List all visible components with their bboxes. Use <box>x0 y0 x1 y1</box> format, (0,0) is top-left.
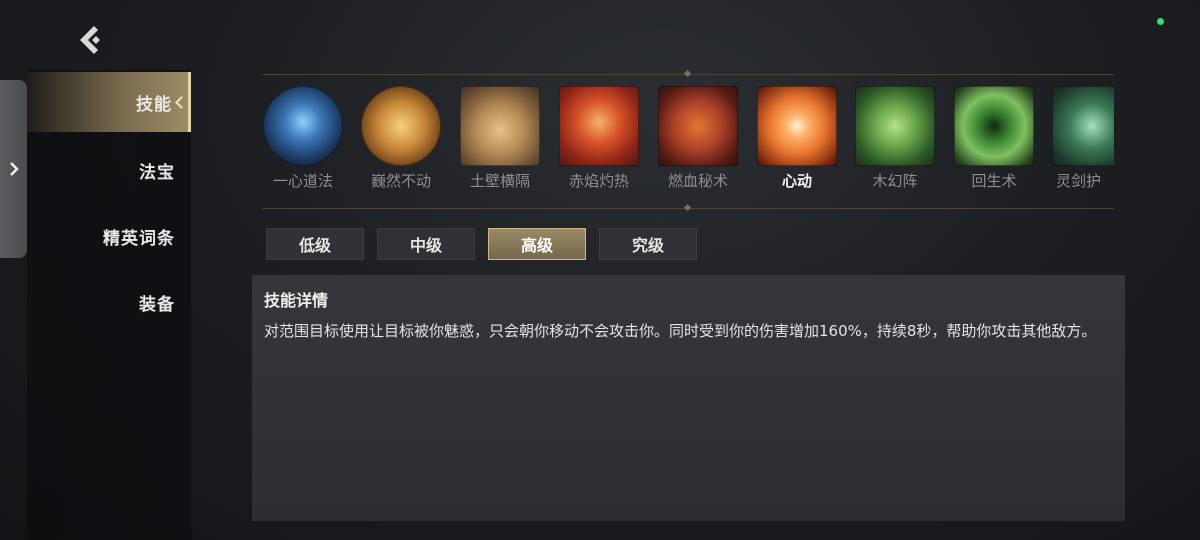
detail-title: 技能详情 <box>264 291 329 310</box>
skill-item[interactable]: 赤焰灼热 <box>557 86 641 191</box>
skill-item[interactable]: 木幻阵 <box>853 86 937 191</box>
nav-item-skills[interactable]: 技能 <box>27 72 191 132</box>
blue-shield-emblem-icon <box>263 86 343 166</box>
nav-item-elite-traits[interactable]: 精英词条 <box>27 206 175 266</box>
blood-demon-icon <box>658 86 738 166</box>
skill-item[interactable]: 巍然不动 <box>359 86 443 191</box>
skill-detail-panel: 技能详情 对范围目标使用让目标被你魅惑，只会朝你移动不会攻击你。同时受到你的伤害… <box>252 275 1125 521</box>
nav-item-equipment[interactable]: 装备 <box>27 272 175 332</box>
level-tab-label: 究级 <box>631 236 664 255</box>
detail-description: 对范围目标使用让目标被你魅惑，只会朝你移动不会攻击你。同时受到你的伤害增加160… <box>264 322 1097 340</box>
back-arrow-icon <box>80 26 100 54</box>
strip-top-divider <box>262 69 1114 78</box>
skill-name: 一心道法 <box>272 172 333 190</box>
level-tab-low[interactable]: 低级 <box>266 228 364 260</box>
skill-item[interactable]: 土壁横隔 <box>458 86 542 191</box>
back-button[interactable] <box>74 22 110 58</box>
level-tab-label: 高级 <box>520 236 553 255</box>
skill-item[interactable]: 一心道法 <box>261 86 345 191</box>
level-tab-label: 低级 <box>298 236 331 255</box>
level-tab-ultimate[interactable]: 究级 <box>599 228 697 260</box>
earth-wall-icon <box>460 86 540 166</box>
skill-name: 回生术 <box>971 172 1017 190</box>
skill-name: 灵剑护 <box>1056 172 1102 190</box>
spirit-sword-icon <box>1052 86 1114 166</box>
nav-item-label: 精英词条 <box>103 228 175 249</box>
nav-item-label: 装备 <box>139 294 175 315</box>
nav-item-treasure[interactable]: 法宝 <box>27 140 175 200</box>
fire-dragon-icon <box>559 86 639 166</box>
level-tab-label: 中级 <box>409 236 442 255</box>
nav-item-label: 技能 <box>136 94 172 115</box>
wood-beast-icon <box>855 86 935 166</box>
level-tab-high[interactable]: 高级 <box>488 228 586 260</box>
skill-name: 心动 <box>781 172 812 190</box>
flaming-heart-icon <box>757 86 837 166</box>
status-indicator <box>1157 18 1164 25</box>
drawer-toggle[interactable] <box>0 80 27 258</box>
strip-bottom-divider <box>262 203 1114 212</box>
skill-name: 土壁横隔 <box>469 172 530 190</box>
skill-name: 巍然不动 <box>370 172 431 190</box>
sidebar: 技能 法宝 精英词条 装备 <box>27 70 191 540</box>
golden-seal-icon <box>361 86 441 166</box>
skill-item[interactable]: 回生术 <box>952 86 1036 191</box>
skill-item[interactable]: 灵剑护 <box>1052 86 1114 191</box>
level-tab-mid[interactable]: 中级 <box>377 228 475 260</box>
skill-item[interactable]: 燃血秘术 <box>656 86 740 191</box>
skill-name: 木幻阵 <box>872 172 918 190</box>
skill-item-selected[interactable]: 心动 <box>755 86 839 191</box>
nav-item-label: 法宝 <box>139 162 175 183</box>
chevron-right-icon <box>9 162 19 176</box>
skill-name: 燃血秘术 <box>667 172 728 190</box>
green-vortex-icon <box>954 86 1034 166</box>
skill-name: 赤焰灼热 <box>568 172 629 190</box>
